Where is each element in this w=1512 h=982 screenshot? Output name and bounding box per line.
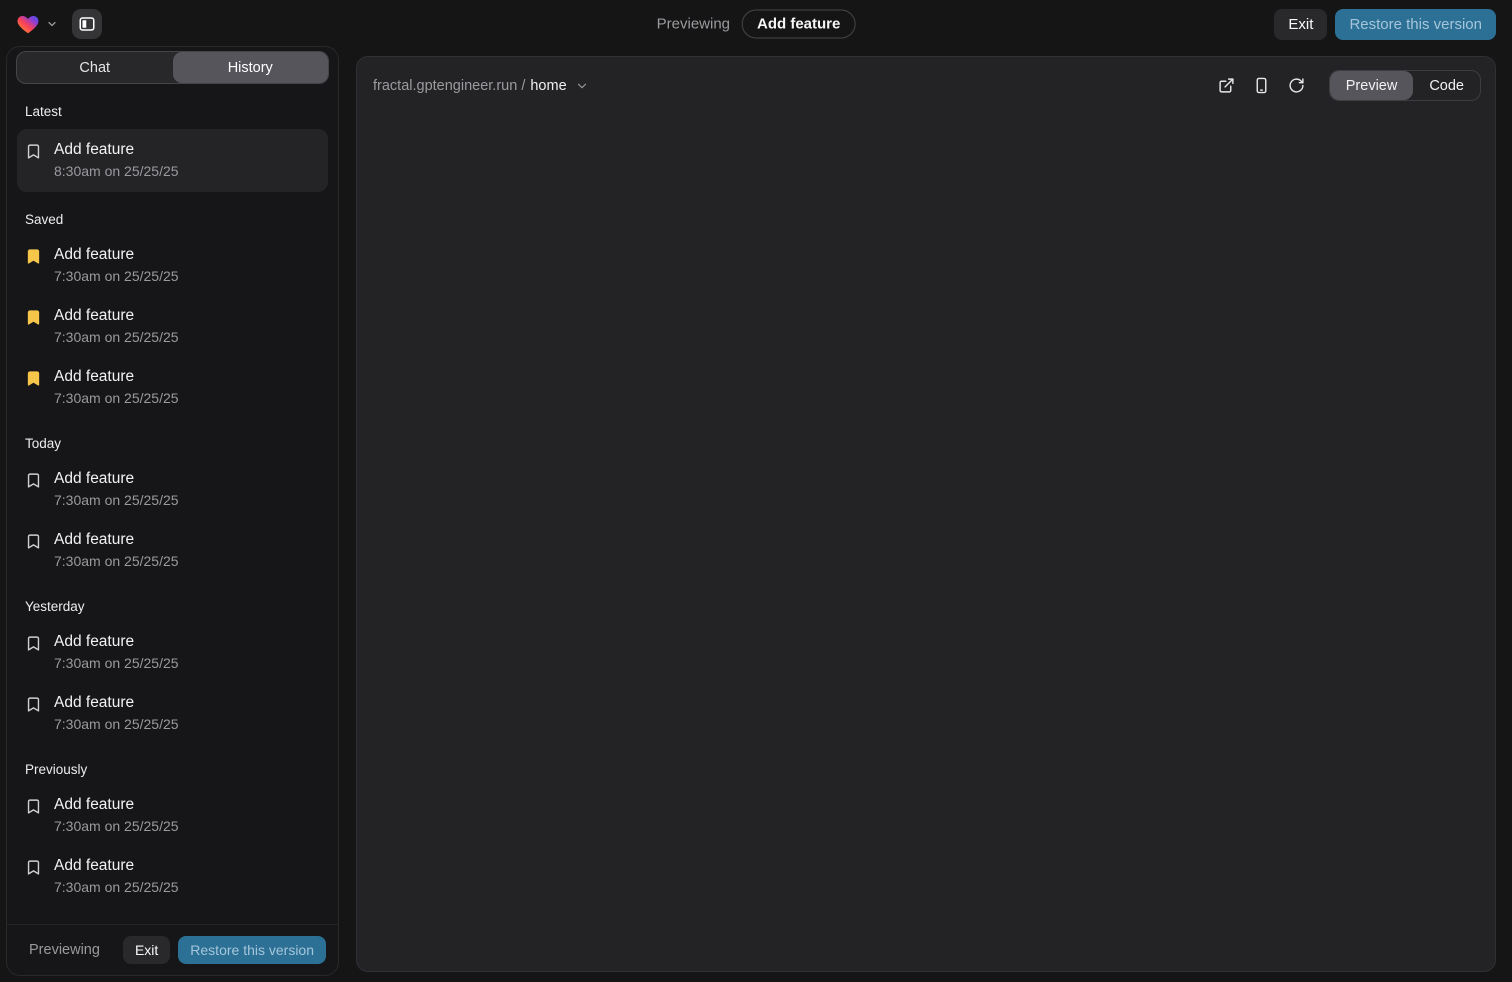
section-title: Previously (25, 762, 328, 777)
item-timestamp: 7:30am on 25/25/25 (54, 716, 179, 732)
preview-status: Previewing Add feature (657, 10, 856, 39)
footer-restore-button[interactable]: Restore this version (178, 936, 326, 964)
sidebar-toggle-button[interactable] (72, 9, 102, 39)
preview-content[interactable] (357, 114, 1495, 971)
url-page: home (530, 78, 566, 94)
panel-left-icon (78, 15, 96, 33)
item-timestamp: 7:30am on 25/25/25 (54, 390, 179, 406)
history-item[interactable]: Add feature 8:30am on 25/25/25 (17, 129, 328, 192)
section-title: Saved (25, 212, 328, 227)
external-link-icon (1218, 77, 1235, 94)
bookmark-icon (25, 533, 42, 550)
item-timestamp: 7:30am on 25/25/25 (54, 329, 179, 345)
history-item[interactable]: Add feature 7:30am on 25/25/25 (17, 787, 328, 844)
chevron-down-icon (575, 79, 589, 93)
section-items: Add feature 7:30am on 25/25/25 Add featu… (17, 461, 328, 579)
item-title: Add feature (54, 796, 179, 814)
bookmark-icon (25, 798, 42, 815)
item-timestamp: 7:30am on 25/25/25 (54, 492, 179, 508)
item-title: Add feature (54, 694, 179, 712)
view-toggle: Preview Code (1329, 70, 1481, 101)
history-section: Previously Add feature 7:30am on 25/25/2… (17, 762, 328, 905)
bookmark-icon (25, 635, 42, 652)
history-list[interactable]: Latest Add feature 8:30am on 25/25/25 Sa… (7, 84, 338, 924)
sidebar-tabs: Chat History (16, 51, 329, 84)
history-section: Latest Add feature 8:30am on 25/25/25 (17, 104, 328, 192)
brand[interactable] (16, 12, 58, 36)
item-timestamp: 7:30am on 25/25/25 (54, 879, 179, 895)
item-title: Add feature (54, 470, 179, 488)
item-title: Add feature (54, 368, 179, 386)
item-timestamp: 7:30am on 25/25/25 (54, 655, 179, 671)
url-prefix: fractal.gptengineer.run / (373, 78, 525, 94)
history-item[interactable]: Add feature 7:30am on 25/25/25 (17, 298, 328, 355)
item-timestamp: 7:30am on 25/25/25 (54, 268, 179, 284)
history-sidebar: Chat History Latest Add feature 8:30am o… (6, 46, 339, 976)
item-timestamp: 7:30am on 25/25/25 (54, 818, 179, 834)
version-badge[interactable]: Add feature (742, 10, 855, 39)
mobile-view-button[interactable] (1253, 77, 1270, 94)
item-timestamp: 7:30am on 25/25/25 (54, 553, 179, 569)
url-selector[interactable]: fractal.gptengineer.run / home (373, 78, 589, 94)
chevron-down-icon (46, 18, 58, 30)
tab-code[interactable]: Code (1413, 71, 1480, 100)
history-item[interactable]: Add feature 7:30am on 25/25/25 (17, 359, 328, 416)
section-title: Latest (25, 104, 328, 119)
footer-exit-button[interactable]: Exit (123, 936, 170, 964)
section-items: Add feature 7:30am on 25/25/25 Add featu… (17, 787, 328, 905)
refresh-icon (1288, 77, 1305, 94)
history-section: Yesterday Add feature 7:30am on 25/25/25… (17, 599, 328, 742)
history-item[interactable]: Add feature 7:30am on 25/25/25 (17, 237, 328, 294)
bookmark-icon (25, 143, 42, 160)
bookmark-icon (25, 472, 42, 489)
restore-version-button[interactable]: Restore this version (1335, 9, 1496, 40)
smartphone-icon (1253, 77, 1270, 94)
item-title: Add feature (54, 307, 179, 325)
section-title: Yesterday (25, 599, 328, 614)
section-items: Add feature 7:30am on 25/25/25 Add featu… (17, 624, 328, 742)
bookmark-icon (25, 859, 42, 876)
heart-logo-icon (16, 12, 40, 36)
item-title: Add feature (54, 857, 179, 875)
footer-previewing-label: Previewing (19, 942, 100, 958)
top-bar: Previewing Add feature Exit Restore this… (0, 0, 1512, 48)
item-title: Add feature (54, 531, 179, 549)
tab-chat[interactable]: Chat (17, 52, 173, 83)
tab-preview[interactable]: Preview (1330, 71, 1414, 100)
previewing-label: Previewing (657, 16, 730, 33)
preview-pane: fractal.gptengineer.run / home (356, 56, 1496, 972)
bookmark-icon (25, 309, 42, 326)
history-section: Today Add feature 7:30am on 25/25/25 Add… (17, 436, 328, 579)
open-external-button[interactable] (1218, 77, 1235, 94)
section-title: Today (25, 436, 328, 451)
refresh-button[interactable] (1288, 77, 1305, 94)
history-item[interactable]: Add feature 7:30am on 25/25/25 (17, 848, 328, 905)
sidebar-footer: Previewing Exit Restore this version (7, 924, 338, 975)
exit-button[interactable]: Exit (1274, 9, 1327, 40)
tab-history[interactable]: History (173, 52, 329, 83)
bookmark-icon (25, 370, 42, 387)
item-title: Add feature (54, 633, 179, 651)
item-timestamp: 8:30am on 25/25/25 (54, 163, 179, 179)
history-section: Saved Add feature 7:30am on 25/25/25 Add… (17, 212, 328, 416)
history-item[interactable]: Add feature 7:30am on 25/25/25 (17, 624, 328, 681)
preview-pane-header: fractal.gptengineer.run / home (357, 57, 1495, 114)
section-items: Add feature 7:30am on 25/25/25 Add featu… (17, 237, 328, 416)
item-title: Add feature (54, 141, 179, 159)
item-title: Add feature (54, 246, 179, 264)
history-item[interactable]: Add feature 7:30am on 25/25/25 (17, 522, 328, 579)
bookmark-icon (25, 248, 42, 265)
history-item[interactable]: Add feature 7:30am on 25/25/25 (17, 461, 328, 518)
section-items: Add feature 8:30am on 25/25/25 (17, 129, 328, 192)
history-item[interactable]: Add feature 7:30am on 25/25/25 (17, 685, 328, 742)
bookmark-icon (25, 696, 42, 713)
